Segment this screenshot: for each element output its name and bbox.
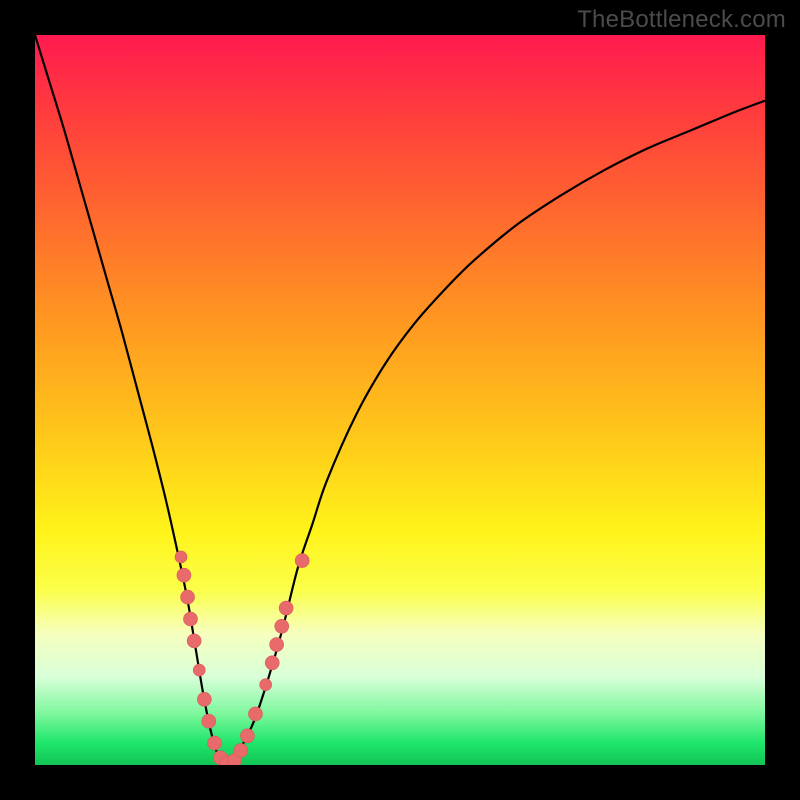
data-dot [265, 656, 279, 670]
plot-area [35, 35, 765, 765]
data-dot [193, 664, 205, 676]
data-dot [234, 743, 248, 757]
data-dot [197, 692, 211, 706]
data-dot [177, 568, 191, 582]
data-dot [275, 619, 289, 633]
data-dot [175, 551, 187, 563]
data-dot [183, 612, 197, 626]
data-dot [260, 679, 272, 691]
data-dot [270, 638, 284, 652]
data-dot [295, 554, 309, 568]
data-dot [208, 736, 222, 750]
chart-frame: TheBottleneck.com [0, 0, 800, 800]
data-dot [202, 714, 216, 728]
bottleneck-curve [35, 35, 765, 765]
data-dot [248, 707, 262, 721]
data-dot [240, 729, 254, 743]
data-dot [181, 590, 195, 604]
data-dot [279, 601, 293, 615]
curve-svg [35, 35, 765, 765]
data-dots [175, 551, 309, 765]
data-dot [187, 634, 201, 648]
watermark-text: TheBottleneck.com [577, 6, 786, 34]
